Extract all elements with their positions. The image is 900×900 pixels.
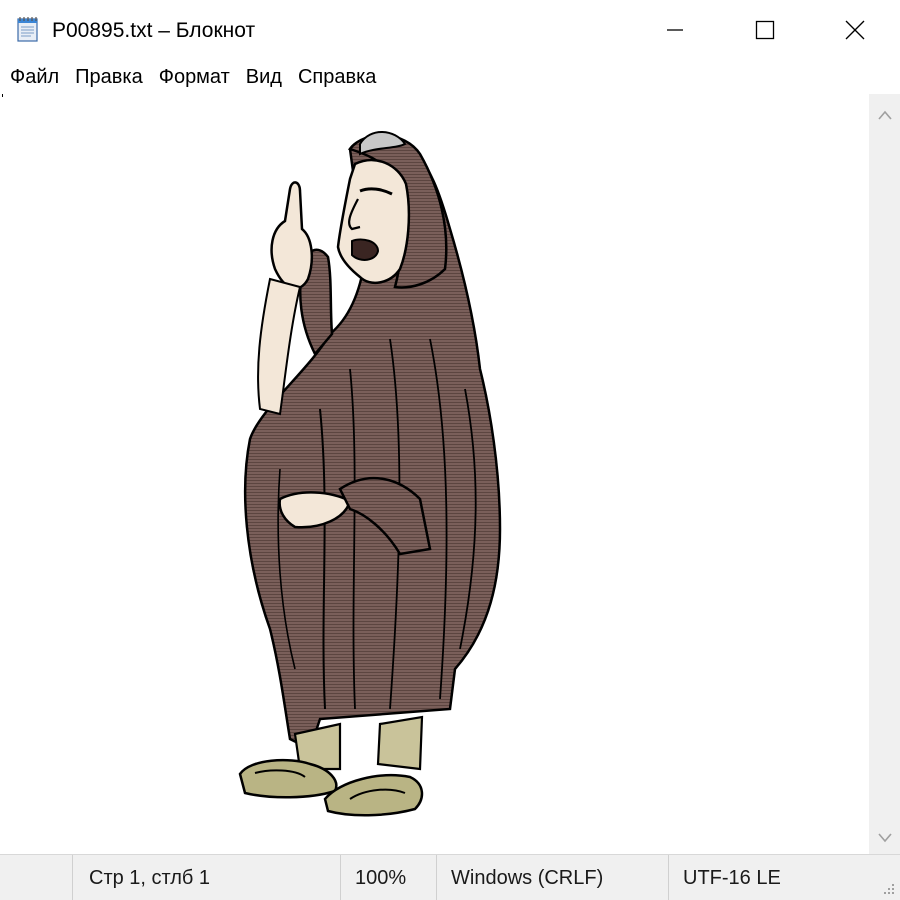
- resize-grip-icon[interactable]: [880, 880, 896, 896]
- menu-help[interactable]: Справка: [290, 62, 384, 92]
- menu-file[interactable]: Файл: [2, 62, 67, 92]
- status-bar: Стр 1, стлб 1 100% Windows (CRLF) UTF-16…: [0, 854, 900, 900]
- notepad-window: P00895.txt – Блокнот Файл Правка Формат …: [0, 0, 900, 900]
- close-icon: [845, 20, 865, 40]
- status-cursor-position: Стр 1, стлб 1: [72, 855, 340, 900]
- text-editor[interactable]: [0, 94, 869, 854]
- menu-bar: Файл Правка Формат Вид Справка: [0, 60, 900, 94]
- robed-figure-illustration: [238, 131, 502, 817]
- close-button[interactable]: [810, 0, 900, 60]
- vertical-scrollbar[interactable]: [869, 94, 900, 854]
- status-empty-cell: [0, 855, 72, 900]
- window-title: P00895.txt – Блокнот: [52, 19, 256, 42]
- menu-view[interactable]: Вид: [238, 62, 290, 92]
- minimize-icon: [667, 29, 683, 31]
- chevron-up-icon: [877, 110, 892, 120]
- status-line-endings: Windows (CRLF): [436, 855, 668, 900]
- title-bar[interactable]: P00895.txt – Блокнот: [0, 0, 900, 60]
- notepad-icon: [17, 17, 38, 42]
- maximize-button[interactable]: [720, 0, 810, 60]
- status-encoding: UTF-16 LE: [668, 855, 900, 900]
- chevron-down-icon: [877, 833, 892, 843]
- status-zoom: 100%: [340, 855, 436, 900]
- maximize-icon: [755, 20, 775, 40]
- text-caret: [2, 94, 3, 97]
- scroll-up-button[interactable]: [869, 98, 900, 132]
- minimize-button[interactable]: [630, 0, 720, 60]
- menu-format[interactable]: Формат: [151, 62, 238, 92]
- menu-edit[interactable]: Правка: [67, 62, 151, 92]
- scroll-down-button[interactable]: [869, 820, 900, 854]
